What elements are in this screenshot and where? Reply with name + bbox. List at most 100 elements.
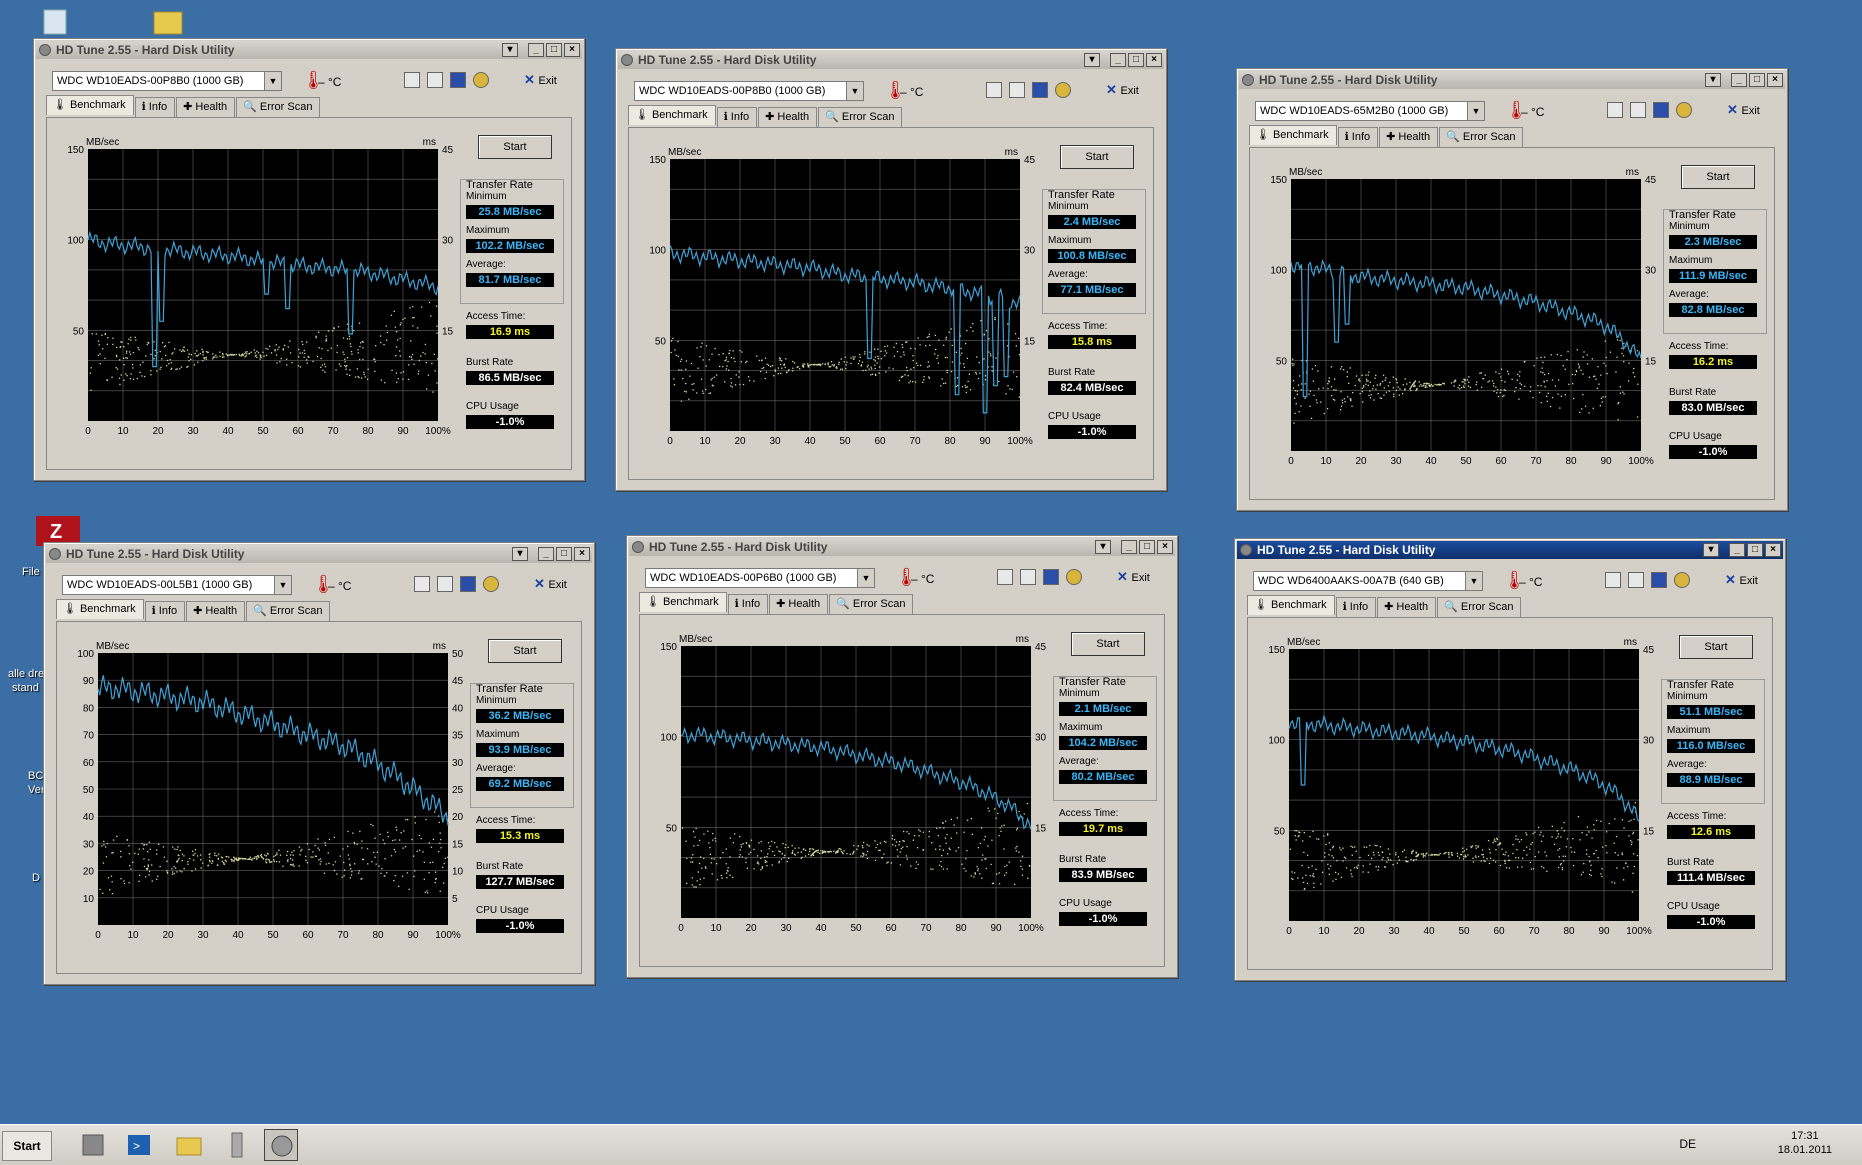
copy-info-icon[interactable] xyxy=(997,569,1013,585)
tab-error-scan[interactable]: 🔍 Error Scan xyxy=(246,601,331,621)
start-button[interactable]: Start xyxy=(478,135,552,159)
start-button[interactable]: Start xyxy=(1679,635,1753,659)
tab-health[interactable]: ✚ Health xyxy=(186,601,246,621)
tab-health[interactable]: ✚ Health xyxy=(769,594,829,614)
tab-error-scan[interactable]: 🔍 Error Scan xyxy=(236,97,321,117)
save-icon[interactable] xyxy=(450,72,466,88)
start-button[interactable]: Start xyxy=(488,639,562,663)
tab-info[interactable]: ℹ Info xyxy=(716,107,758,127)
server-manager-icon[interactable] xyxy=(76,1129,110,1161)
exit-button[interactable]: ✕ Exit xyxy=(534,576,567,592)
minimize-icon[interactable]: _ xyxy=(528,43,544,57)
title-bar[interactable]: HD Tune 2.55 - Hard Disk Utility ▾ _ □ × xyxy=(1239,71,1785,89)
language-indicator[interactable]: DE xyxy=(1679,1137,1696,1151)
explorer-icon[interactable] xyxy=(172,1129,206,1161)
title-bar[interactable]: HD Tune 2.55 - Hard Disk Utility ▾ _ □ × xyxy=(46,545,592,563)
tab-error-scan[interactable]: 🔍 Error Scan xyxy=(1439,127,1524,147)
maximize-icon[interactable]: □ xyxy=(1747,543,1763,557)
minimize-icon[interactable]: _ xyxy=(1731,73,1747,87)
drive-select[interactable]: WDC WD10EADS-00P8B0 (1000 GB) ▼ xyxy=(634,81,864,101)
tab-error-scan[interactable]: 🔍 Error Scan xyxy=(818,107,903,127)
title-bar[interactable]: HD Tune 2.55 - Hard Disk Utility ▾ _ □ × xyxy=(36,41,582,59)
start-button[interactable]: Start xyxy=(1060,145,1134,169)
minimize-to-tray-icon[interactable]: ▾ xyxy=(1095,540,1111,554)
close-icon[interactable]: × xyxy=(1157,540,1173,554)
tab-benchmark[interactable]: 🌡 Benchmark xyxy=(628,105,716,125)
options-icon[interactable] xyxy=(483,576,499,592)
copy-screenshot-icon[interactable] xyxy=(1630,102,1646,118)
copy-info-icon[interactable] xyxy=(404,72,420,88)
options-icon[interactable] xyxy=(473,72,489,88)
tab-health[interactable]: ✚ Health xyxy=(1379,127,1439,147)
tab-health[interactable]: ✚ Health xyxy=(176,97,236,117)
drive-select[interactable]: WDC WD6400AAKS-00A7B (640 GB) ▼ xyxy=(1253,571,1483,591)
close-icon[interactable]: × xyxy=(574,547,590,561)
start-button[interactable]: Start xyxy=(1071,632,1145,656)
tab-info[interactable]: ℹ Info xyxy=(1335,597,1377,617)
exit-button[interactable]: ✕ Exit xyxy=(1106,82,1139,98)
chevron-down-icon[interactable]: ▼ xyxy=(264,72,281,90)
drive-select[interactable]: WDC WD10EADS-00P8B0 (1000 GB) ▼ xyxy=(52,71,282,91)
copy-info-icon[interactable] xyxy=(986,82,1002,98)
drive-select[interactable]: WDC WD10EADS-65M2B0 (1000 GB) ▼ xyxy=(1255,101,1485,121)
minimize-to-tray-icon[interactable]: ▾ xyxy=(1703,543,1719,557)
minimize-icon[interactable]: _ xyxy=(1121,540,1137,554)
maximize-icon[interactable]: □ xyxy=(1749,73,1765,87)
save-icon[interactable] xyxy=(1653,102,1669,118)
tab-health[interactable]: ✚ Health xyxy=(758,107,818,127)
start-button[interactable]: Start xyxy=(2,1131,52,1161)
close-icon[interactable]: × xyxy=(1765,543,1781,557)
folder-icon[interactable] xyxy=(150,6,190,36)
chevron-down-icon[interactable]: ▼ xyxy=(1467,102,1484,120)
tab-info[interactable]: ℹ Info xyxy=(134,97,176,117)
copy-screenshot-icon[interactable] xyxy=(427,72,443,88)
drive-select[interactable]: WDC WD10EADS-00L5B1 (1000 GB) ▼ xyxy=(62,575,292,595)
close-icon[interactable]: × xyxy=(1767,73,1783,87)
tab-info[interactable]: ℹ Info xyxy=(144,601,186,621)
save-icon[interactable] xyxy=(1043,569,1059,585)
close-icon[interactable]: × xyxy=(564,43,580,57)
copy-screenshot-icon[interactable] xyxy=(1628,572,1644,588)
save-icon[interactable] xyxy=(1651,572,1667,588)
drive-select[interactable]: WDC WD10EADS-00P6B0 (1000 GB) ▼ xyxy=(645,568,875,588)
copy-screenshot-icon[interactable] xyxy=(1009,82,1025,98)
exit-button[interactable]: ✕ Exit xyxy=(1117,569,1150,585)
minimize-icon[interactable]: _ xyxy=(1110,53,1126,67)
copy-info-icon[interactable] xyxy=(1605,572,1621,588)
minimize-to-tray-icon[interactable]: ▾ xyxy=(502,43,518,57)
exit-button[interactable]: ✕ Exit xyxy=(1725,572,1758,588)
options-icon[interactable] xyxy=(1066,569,1082,585)
start-button[interactable]: Start xyxy=(1681,165,1755,189)
minimize-to-tray-icon[interactable]: ▾ xyxy=(1084,53,1100,67)
chevron-down-icon[interactable]: ▼ xyxy=(1465,572,1482,590)
tab-error-scan[interactable]: 🔍 Error Scan xyxy=(1437,597,1522,617)
copy-screenshot-icon[interactable] xyxy=(1020,569,1036,585)
close-icon[interactable]: × xyxy=(1146,53,1162,67)
maximize-icon[interactable]: □ xyxy=(1139,540,1155,554)
options-icon[interactable] xyxy=(1055,82,1071,98)
title-bar[interactable]: HD Tune 2.55 - Hard Disk Utility ▾ _ □ × xyxy=(618,51,1164,69)
tab-info[interactable]: ℹ Info xyxy=(1337,127,1379,147)
tab-benchmark[interactable]: 🌡 Benchmark xyxy=(56,599,144,619)
copy-info-icon[interactable] xyxy=(414,576,430,592)
save-icon[interactable] xyxy=(460,576,476,592)
title-bar[interactable]: HD Tune 2.55 - Hard Disk Utility ▾ _ □ × xyxy=(629,538,1175,556)
tab-health[interactable]: ✚ Health xyxy=(1377,597,1437,617)
chevron-down-icon[interactable]: ▼ xyxy=(857,569,874,587)
clock[interactable]: 17:31 18.01.2011 xyxy=(1778,1129,1832,1157)
copy-info-icon[interactable] xyxy=(1607,102,1623,118)
tab-error-scan[interactable]: 🔍 Error Scan xyxy=(829,594,914,614)
title-bar[interactable]: HD Tune 2.55 - Hard Disk Utility ▾ _ □ × xyxy=(1237,541,1783,559)
powershell-icon[interactable]: > xyxy=(122,1129,156,1161)
minimize-icon[interactable]: _ xyxy=(538,547,554,561)
copy-screenshot-icon[interactable] xyxy=(437,576,453,592)
maximize-icon[interactable]: □ xyxy=(1128,53,1144,67)
tab-benchmark[interactable]: 🌡 Benchmark xyxy=(46,95,134,115)
tab-benchmark[interactable]: 🌡 Benchmark xyxy=(1247,595,1335,615)
tools-icon[interactable] xyxy=(220,1129,254,1161)
save-icon[interactable] xyxy=(1032,82,1048,98)
exit-button[interactable]: ✕ Exit xyxy=(1727,102,1760,118)
options-icon[interactable] xyxy=(1674,572,1690,588)
minimize-icon[interactable]: _ xyxy=(1729,543,1745,557)
options-icon[interactable] xyxy=(1676,102,1692,118)
